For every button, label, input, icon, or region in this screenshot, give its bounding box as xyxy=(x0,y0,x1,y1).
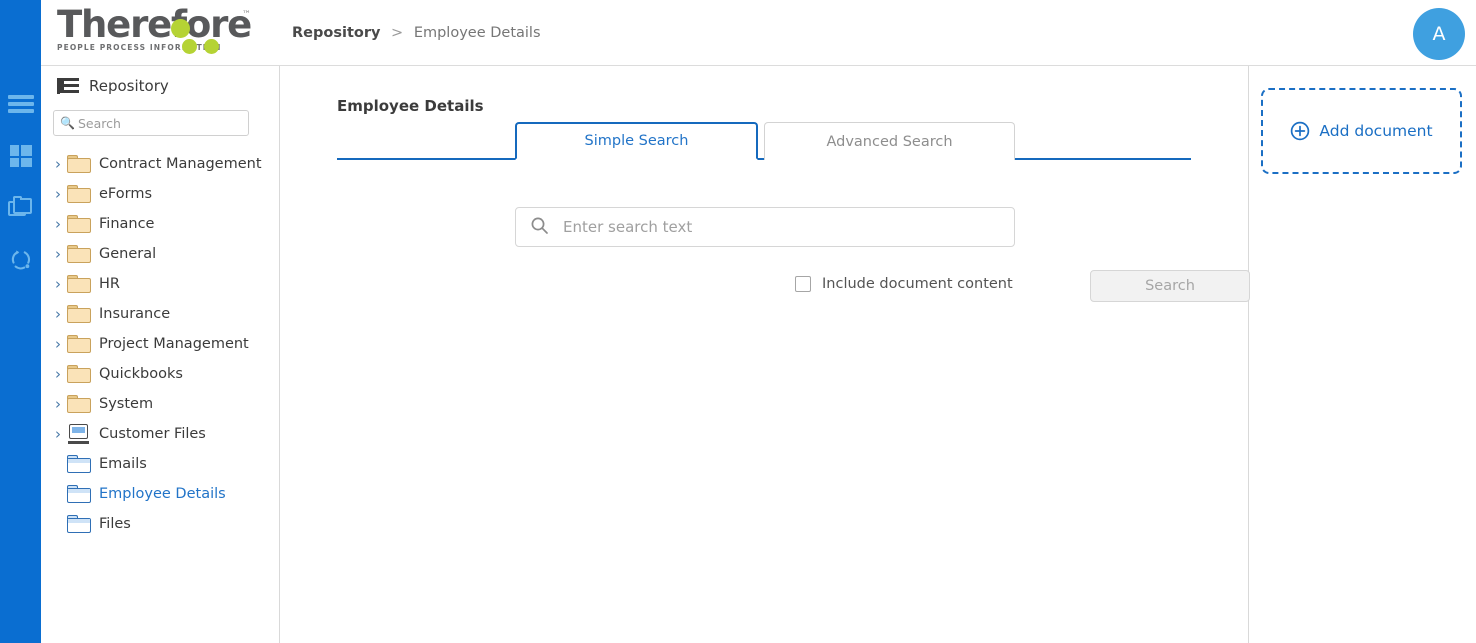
chevron-right-icon[interactable]: › xyxy=(49,245,67,263)
include-document-content-checkbox[interactable]: Include document content xyxy=(795,276,1013,292)
avatar-initial: A xyxy=(1433,23,1446,45)
circle-plus-icon xyxy=(1290,121,1310,141)
avatar[interactable]: A xyxy=(1413,8,1465,60)
chevron-right-icon[interactable]: › xyxy=(49,425,67,443)
tree-node[interactable]: › System xyxy=(41,389,279,419)
app-root: Therefore ™ PEOPLE PROCESS INFORMATION R… xyxy=(0,0,1476,643)
add-document-label: Add document xyxy=(1319,122,1432,140)
chevron-right-icon[interactable]: › xyxy=(49,215,67,233)
search-options-row: Include document content Search xyxy=(515,268,1015,300)
repository-tree-pane: Repository 🔍 › Contract Management › eForms… xyxy=(41,66,280,643)
folder-tan-icon xyxy=(67,365,91,383)
tree-node-label: Quickbooks xyxy=(99,366,183,382)
search-input[interactable] xyxy=(563,218,1003,236)
folder-tan-icon xyxy=(67,335,91,353)
folder-blue-icon xyxy=(67,455,91,473)
tree-node-label: HR xyxy=(99,276,120,292)
folder-tan-icon xyxy=(67,275,91,293)
search-icon xyxy=(530,216,549,239)
repositories-button[interactable] xyxy=(0,182,41,234)
grid-icon xyxy=(10,145,32,167)
tree-node-label: Contract Management xyxy=(99,156,262,172)
chevron-right-icon[interactable]: › xyxy=(49,395,67,413)
tree-node-label: Emails xyxy=(99,456,147,472)
breadcrumb: Repository > Employee Details xyxy=(292,25,541,41)
tree-node[interactable]: › HR xyxy=(41,269,279,299)
add-document-dropzone[interactable]: Add document xyxy=(1261,88,1462,174)
include-document-content-label: Include document content xyxy=(822,276,1013,292)
workflow-button[interactable] xyxy=(0,234,41,286)
breadcrumb-separator: > xyxy=(391,25,403,41)
logo-tagline-dots xyxy=(175,39,219,56)
main-content: Employee Details Simple Search Advanced … xyxy=(280,66,1249,643)
folders-icon xyxy=(8,197,34,219)
tab-advanced-search[interactable]: Advanced Search xyxy=(764,122,1015,160)
tab-simple-search-label: Simple Search xyxy=(585,133,689,149)
folder-tan-icon xyxy=(67,215,91,233)
chevron-right-icon[interactable]: › xyxy=(49,155,67,173)
logo-accent-dot xyxy=(171,19,190,38)
repository-tree-list: › Contract Management › eForms › Finance › Gene… xyxy=(41,149,279,539)
folder-tan-icon xyxy=(67,245,91,263)
tree-node[interactable]: › Insurance xyxy=(41,299,279,329)
logo-trademark: ™ xyxy=(242,10,251,20)
repository-title: Repository xyxy=(89,77,169,95)
chevron-right-icon[interactable]: › xyxy=(49,365,67,383)
folder-tan-icon xyxy=(67,155,91,173)
tree-node[interactable]: ›Emails xyxy=(41,449,279,479)
page-title: Employee Details xyxy=(337,97,484,115)
chevron-right-icon[interactable]: › xyxy=(49,335,67,353)
workflow-icon xyxy=(9,248,33,272)
monitor-icon xyxy=(67,424,91,444)
breadcrumb-current: Employee Details xyxy=(414,25,541,41)
repository-tree-header: Repository xyxy=(41,66,279,106)
menu-toggle-button[interactable] xyxy=(0,78,41,130)
tree-node-label: Files xyxy=(99,516,131,532)
tab-simple-search[interactable]: Simple Search xyxy=(515,122,758,160)
tree-node-label: Employee Details xyxy=(99,486,226,502)
hierarchy-icon xyxy=(57,78,79,94)
tree-node[interactable]: › Contract Management xyxy=(41,149,279,179)
tree-node[interactable]: ›Files xyxy=(41,509,279,539)
icon-rail xyxy=(0,0,41,643)
tree-node-label: Customer Files xyxy=(99,426,206,442)
tree-search-box[interactable]: 🔍 xyxy=(53,110,249,136)
tree-node-label: Insurance xyxy=(99,306,170,322)
folder-blue-icon xyxy=(67,485,91,503)
dashboard-button[interactable] xyxy=(0,130,41,182)
checkbox-box[interactable] xyxy=(795,276,811,292)
logo-wordmark: Therefore xyxy=(57,3,251,46)
tree-node[interactable]: › Finance xyxy=(41,209,279,239)
chevron-right-icon[interactable]: › xyxy=(49,275,67,293)
search-button[interactable]: Search xyxy=(1090,270,1250,302)
app-header: Therefore ™ PEOPLE PROCESS INFORMATION R… xyxy=(41,0,1476,66)
search-field-wrapper[interactable] xyxy=(515,207,1015,247)
tree-node[interactable]: › Quickbooks xyxy=(41,359,279,389)
therefore-logo: Therefore ™ PEOPLE PROCESS INFORMATION xyxy=(57,6,253,58)
tree-node-label: Project Management xyxy=(99,336,249,352)
folder-tan-icon xyxy=(67,395,91,413)
folder-tan-icon xyxy=(67,185,91,203)
search-icon: 🔍 xyxy=(60,116,75,130)
search-tabs: Simple Search Advanced Search xyxy=(337,122,1191,160)
chevron-right-icon[interactable]: › xyxy=(49,185,67,203)
tree-node-label: eForms xyxy=(99,186,152,202)
tree-node[interactable]: › Project Management xyxy=(41,329,279,359)
tree-node[interactable]: › General xyxy=(41,239,279,269)
tree-node[interactable]: › Customer Files xyxy=(41,419,279,449)
tab-advanced-search-label: Advanced Search xyxy=(826,134,952,150)
tree-search-input[interactable] xyxy=(78,116,238,131)
search-button-label: Search xyxy=(1145,278,1195,294)
tree-node-label: General xyxy=(99,246,156,262)
breadcrumb-root[interactable]: Repository xyxy=(292,25,380,41)
folder-blue-icon xyxy=(67,515,91,533)
tree-node-label: System xyxy=(99,396,153,412)
tree-node[interactable]: ›Employee Details xyxy=(41,479,279,509)
folder-tan-icon xyxy=(67,305,91,323)
tree-node[interactable]: › eForms xyxy=(41,179,279,209)
right-panel: Add document xyxy=(1250,66,1476,643)
chevron-right-icon[interactable]: › xyxy=(49,305,67,323)
tree-node-label: Finance xyxy=(99,216,154,232)
hamburger-icon xyxy=(8,95,34,113)
